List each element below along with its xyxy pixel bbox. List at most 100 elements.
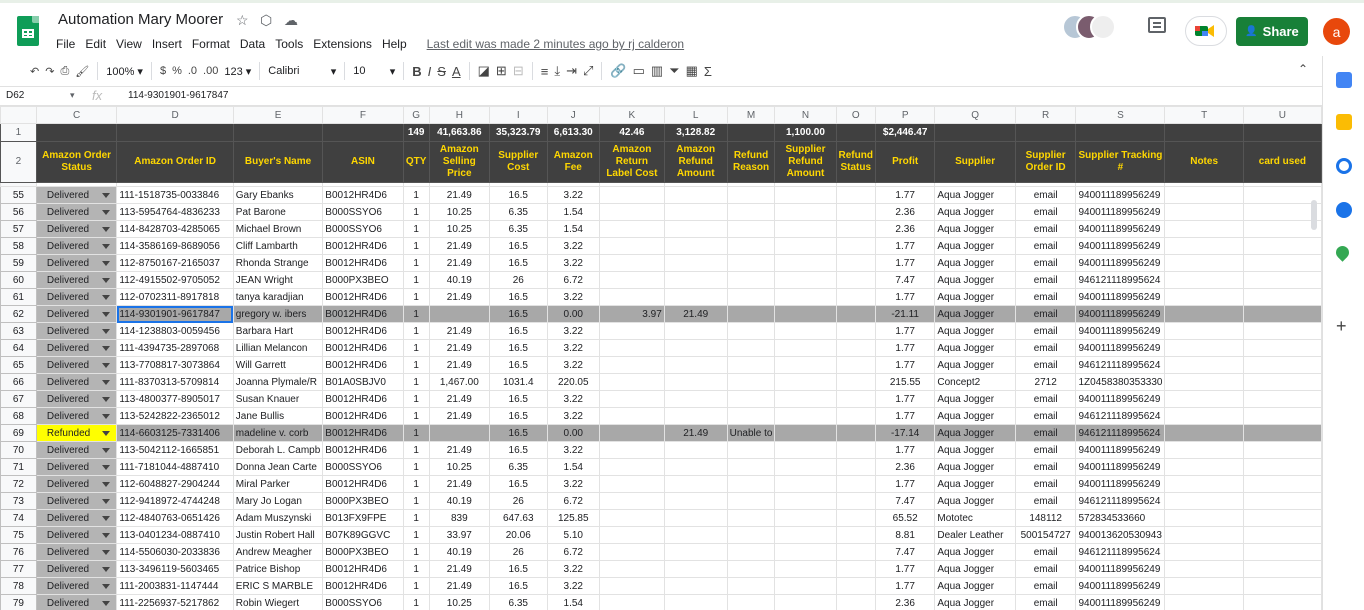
qty-cell[interactable]: 1 <box>402 373 430 391</box>
column-header-o[interactable]: O <box>835 106 876 124</box>
header-cell[interactable]: Profit <box>874 141 936 183</box>
qty-cell[interactable]: 1 <box>402 305 430 323</box>
share-button[interactable]: 👤 Share <box>1236 17 1308 46</box>
tasks-icon[interactable] <box>1336 158 1352 174</box>
buyer-name-cell[interactable]: Mary Jo Logan <box>232 492 324 510</box>
header-cell[interactable]: Amazon Order Status <box>35 141 118 183</box>
card-used-cell[interactable] <box>1242 492 1322 510</box>
amazon-fee-cell[interactable]: 220.05 <box>546 373 601 391</box>
tracking-cell[interactable]: 940011189956249 <box>1075 594 1166 610</box>
column-header-q[interactable]: Q <box>934 106 1016 124</box>
status-dropdown[interactable]: Delivered <box>35 288 118 306</box>
amazon-fee-cell[interactable]: 6.72 <box>546 271 601 289</box>
supplier-cost-cell[interactable]: 16.5 <box>489 186 548 204</box>
header-cell[interactable]: QTY <box>402 141 430 183</box>
selling-price-cell[interactable] <box>428 305 491 323</box>
last-edit-link[interactable]: Last edit was made 2 minutes ago by rj c… <box>427 37 684 51</box>
profit-cell[interactable]: 1.77 <box>874 254 936 272</box>
total-cell[interactable] <box>232 123 324 142</box>
column-header-u[interactable]: U <box>1242 106 1322 124</box>
supplier-cost-cell[interactable]: 16.5 <box>489 339 548 357</box>
asin-cell[interactable]: B000PX3BEO <box>322 492 404 510</box>
selling-price-cell[interactable]: 21.49 <box>428 475 491 493</box>
refund-status-cell[interactable] <box>835 203 876 221</box>
return-label-cost-cell[interactable] <box>599 356 665 374</box>
notes-cell[interactable] <box>1164 526 1244 544</box>
refund-reason-cell[interactable] <box>726 322 776 340</box>
supplier-order-id-cell[interactable]: email <box>1014 186 1077 204</box>
supplier-cell[interactable]: Aqua Jogger <box>934 543 1016 561</box>
order-id-cell[interactable]: 111-2256937-5217862 <box>116 594 234 610</box>
total-cell[interactable]: 41,663.86 <box>428 123 491 142</box>
row-number[interactable]: 64 <box>0 339 37 357</box>
qty-cell[interactable]: 1 <box>402 322 430 340</box>
status-dropdown[interactable]: Delivered <box>35 543 118 561</box>
row-number[interactable]: 74 <box>0 509 37 527</box>
supplier-refund-cell[interactable] <box>774 339 837 357</box>
refund-amount-cell[interactable]: 21.49 <box>663 424 728 442</box>
refund-amount-cell[interactable] <box>663 288 728 306</box>
supplier-refund-cell[interactable] <box>774 254 837 272</box>
paint-format-icon[interactable]: 🖌 <box>75 65 89 78</box>
amazon-fee-cell[interactable]: 3.22 <box>546 254 601 272</box>
notes-cell[interactable] <box>1164 594 1244 610</box>
collaborators[interactable] <box>1062 14 1116 42</box>
notes-cell[interactable] <box>1164 390 1244 408</box>
selling-price-cell[interactable]: 21.49 <box>428 441 491 459</box>
buyer-name-cell[interactable]: Rhonda Strange <box>232 254 324 272</box>
card-used-cell[interactable] <box>1242 373 1322 391</box>
column-header-p[interactable]: P <box>874 106 936 124</box>
supplier-order-id-cell[interactable]: email <box>1014 407 1077 425</box>
supplier-cost-cell[interactable]: 16.5 <box>489 441 548 459</box>
amazon-fee-cell[interactable]: 0.00 <box>546 424 601 442</box>
font-size-select[interactable]: 10 ▾ <box>353 65 395 78</box>
asin-cell[interactable]: B0012HR4D6 <box>322 424 404 442</box>
profit-cell[interactable]: 1.77 <box>874 560 936 578</box>
filter-views-icon[interactable]: ▦ <box>686 63 698 79</box>
status-dropdown[interactable]: Delivered <box>35 560 118 578</box>
column-header-r[interactable]: R <box>1014 106 1077 124</box>
order-id-cell[interactable]: 112-4840763-0651426 <box>116 509 234 527</box>
qty-cell[interactable]: 1 <box>402 339 430 357</box>
refund-reason-cell[interactable] <box>726 560 776 578</box>
profit-cell[interactable]: 7.47 <box>874 271 936 289</box>
profit-cell[interactable]: 1.77 <box>874 237 936 255</box>
buyer-name-cell[interactable]: Michael Brown <box>232 220 324 238</box>
supplier-refund-cell[interactable] <box>774 526 837 544</box>
column-header-n[interactable]: N <box>774 106 837 124</box>
card-used-cell[interactable] <box>1242 543 1322 561</box>
notes-cell[interactable] <box>1164 339 1244 357</box>
tracking-cell[interactable]: 940011189956249 <box>1075 322 1166 340</box>
supplier-order-id-cell[interactable]: email <box>1014 441 1077 459</box>
selling-price-cell[interactable]: 10.25 <box>428 220 491 238</box>
refund-amount-cell[interactable] <box>663 373 728 391</box>
merge-cells-icon[interactable]: ⊟ <box>513 63 524 79</box>
star-icon[interactable]: ☆ <box>236 12 249 29</box>
amazon-fee-cell[interactable]: 3.22 <box>546 237 601 255</box>
card-used-cell[interactable] <box>1242 458 1322 476</box>
order-id-cell[interactable]: 113-0401234-0887410 <box>116 526 234 544</box>
refund-amount-cell[interactable] <box>663 356 728 374</box>
menu-view[interactable]: View <box>116 37 142 51</box>
selling-price-cell[interactable]: 839 <box>428 509 491 527</box>
row-number[interactable]: 1 <box>0 123 37 142</box>
header-cell[interactable]: card used <box>1242 141 1322 183</box>
order-id-cell[interactable]: 113-3496119-5603465 <box>116 560 234 578</box>
profit-cell[interactable]: 1.77 <box>874 441 936 459</box>
supplier-order-id-cell[interactable]: email <box>1014 492 1077 510</box>
supplier-order-id-cell[interactable]: email <box>1014 424 1077 442</box>
total-cell[interactable] <box>726 123 776 142</box>
status-dropdown[interactable]: Delivered <box>35 254 118 272</box>
strikethrough-button[interactable]: S <box>437 64 446 79</box>
card-used-cell[interactable] <box>1242 577 1322 595</box>
status-dropdown[interactable]: Delivered <box>35 475 118 493</box>
borders-icon[interactable]: ⊞ <box>496 63 507 79</box>
total-cell[interactable]: 6,613.30 <box>546 123 601 142</box>
supplier-cost-cell[interactable]: 6.35 <box>489 458 548 476</box>
supplier-cell[interactable]: Aqua Jogger <box>934 560 1016 578</box>
row-number[interactable]: 2 <box>0 141 37 183</box>
sheets-logo-icon[interactable] <box>17 16 39 46</box>
supplier-refund-cell[interactable] <box>774 509 837 527</box>
total-cell[interactable]: 1,100.00 <box>774 123 837 142</box>
refund-amount-cell[interactable] <box>663 390 728 408</box>
